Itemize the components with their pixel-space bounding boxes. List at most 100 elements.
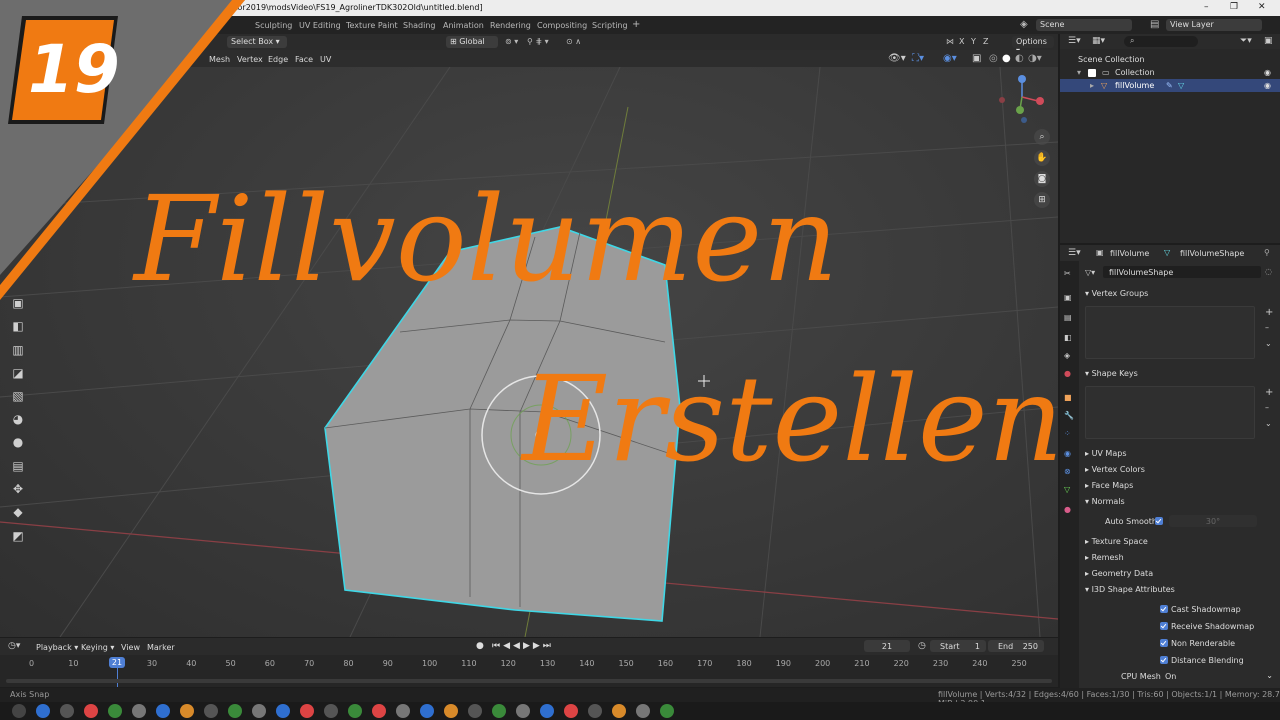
mirror-icon[interactable]: ⋈ — [946, 37, 954, 46]
tab-compositing[interactable]: Compositing — [537, 21, 587, 30]
distance-blending-checkbox[interactable] — [1160, 656, 1168, 664]
taskbar-app-icon[interactable] — [84, 704, 98, 718]
taskbar-app-icon[interactable] — [564, 704, 578, 718]
shear-tool-icon[interactable]: ◆ — [10, 504, 26, 520]
vertex-group-menu-icon[interactable]: ⌄ — [1265, 339, 1272, 348]
solid-shading-icon[interactable]: ● — [1002, 53, 1011, 64]
inset-tool-icon[interactable]: ▥ — [10, 342, 26, 358]
tool-tab-icon[interactable]: ✂ — [1064, 269, 1071, 278]
pivot-icon[interactable]: ⊚ ▾ — [505, 37, 518, 46]
record-icon[interactable]: ● — [476, 641, 484, 651]
taskbar-app-icon[interactable] — [108, 704, 122, 718]
taskbar-app-icon[interactable] — [420, 704, 434, 718]
timeline-editor-icon[interactable]: ◷▾ — [8, 641, 20, 651]
mirror-x-toggle[interactable]: X — [959, 37, 964, 46]
taskbar-app-icon[interactable] — [636, 704, 650, 718]
taskbar-app-icon[interactable] — [276, 704, 290, 718]
tab-scripting[interactable]: Scripting — [592, 21, 628, 30]
mirror-z-toggle[interactable]: Z — [983, 37, 988, 46]
receive-shadowmap-checkbox[interactable] — [1160, 622, 1168, 630]
object-tab-icon[interactable]: ■ — [1064, 393, 1072, 402]
snap-icon[interactable]: ⚲ ⋕ ▾ — [527, 37, 549, 46]
taskbar-app-icon[interactable] — [228, 704, 242, 718]
current-frame-field[interactable]: 21 — [864, 640, 910, 652]
knife-tool-icon[interactable]: ◕ — [10, 411, 26, 427]
add-shape-key-button[interactable]: + — [1265, 387, 1273, 398]
taskbar-app-icon[interactable] — [372, 704, 386, 718]
tab-rendering[interactable]: Rendering — [490, 21, 531, 30]
tab-shading[interactable]: Shading — [403, 21, 436, 30]
editor-type-icon[interactable]: ☰▾ — [1068, 36, 1081, 46]
overlays-icon[interactable]: ◉▾ — [943, 53, 957, 64]
taskbar-app-icon[interactable] — [540, 704, 554, 718]
tab-uv-editing[interactable]: UV Editing — [299, 21, 341, 30]
pan-hand-icon[interactable]: ✋ — [1034, 150, 1050, 166]
outliner-row-collection[interactable]: ▾ ▭ Collection ◉ — [1060, 66, 1280, 79]
visibility-eye-icon[interactable]: ◉ — [1264, 81, 1271, 90]
include-checkbox[interactable] — [1088, 69, 1096, 77]
extrude-tool-icon[interactable]: ◧ — [10, 318, 26, 334]
taskbar-app-icon[interactable] — [492, 704, 506, 718]
camera-icon[interactable]: ◙ — [1034, 171, 1050, 187]
panel-vertex-colors[interactable]: ▸ Vertex Colors — [1085, 465, 1145, 474]
menu-marker[interactable]: Marker — [147, 643, 175, 652]
menu-face[interactable]: Face — [295, 55, 313, 64]
tab-texture-paint[interactable]: Texture Paint — [346, 21, 398, 30]
taskbar-app-icon[interactable] — [132, 704, 146, 718]
display-mode-icon[interactable]: ▦▾ — [1092, 36, 1105, 46]
world-tab-icon[interactable]: ● — [1064, 369, 1071, 378]
end-frame-field[interactable]: End 250 — [988, 640, 1044, 652]
menu-edge[interactable]: Edge — [268, 55, 288, 64]
output-tab-icon[interactable]: ▤ — [1064, 313, 1072, 322]
taskbar-app-icon[interactable] — [348, 704, 362, 718]
maximize-button[interactable]: ❐ — [1230, 2, 1238, 12]
mesh-datablock-field[interactable]: fillVolumeShape — [1103, 266, 1261, 278]
taskbar-app-icon[interactable] — [252, 704, 266, 718]
playback-controls[interactable]: ⏮◀◀▶▶⏭ — [492, 641, 554, 651]
scene-selector[interactable]: Scene — [1036, 19, 1132, 31]
cpu-mesh-dropdown[interactable]: On ⌄ — [1161, 670, 1277, 682]
menu-uv[interactable]: UV — [320, 55, 331, 64]
taskbar-app-icon[interactable] — [156, 704, 170, 718]
playhead-frame-label[interactable]: 21 — [109, 657, 125, 668]
visibility-icon[interactable]: 👁▾ — [888, 53, 906, 64]
expand-arrow-icon[interactable]: ▾ — [1077, 68, 1081, 77]
panel-vertex-groups[interactable]: ▾ Vertex Groups — [1085, 289, 1148, 298]
physics-tab-icon[interactable]: ◉ — [1064, 449, 1071, 458]
taskbar-app-icon[interactable] — [60, 704, 74, 718]
mirror-y-toggle[interactable]: Y — [971, 37, 976, 46]
loop-cut-tool-icon[interactable]: ▧ — [10, 388, 26, 404]
outliner-row-scene-collection[interactable]: Scene Collection — [1060, 53, 1280, 66]
modifier-tab-icon[interactable]: 🔧 — [1064, 411, 1074, 420]
view-layer-tab-icon[interactable]: ◧ — [1064, 333, 1072, 342]
proportional-edit-icon[interactable]: ⊙ ∧ — [566, 37, 581, 46]
taskbar-app-icon[interactable] — [588, 704, 602, 718]
poly-build-tool-icon[interactable]: ● — [10, 434, 26, 450]
timeline-scrollbar[interactable] — [6, 679, 1052, 683]
taskbar-app-icon[interactable] — [444, 704, 458, 718]
minimize-button[interactable]: – — [1204, 2, 1209, 12]
taskbar-app-icon[interactable] — [612, 704, 626, 718]
edit-mode-icon[interactable]: ✎ — [1166, 81, 1173, 90]
xray-icon[interactable]: ▣ — [972, 53, 981, 64]
shape-keys-list[interactable] — [1085, 386, 1255, 439]
vertex-groups-list[interactable] — [1085, 306, 1255, 359]
taskbar-app-icon[interactable] — [468, 704, 482, 718]
auto-smooth-checkbox[interactable] — [1155, 517, 1163, 525]
pin-icon[interactable]: ⚲ — [1264, 248, 1270, 257]
taskbar-app-icon[interactable] — [36, 704, 50, 718]
mesh-data-tab-icon[interactable]: ▽ — [1064, 485, 1070, 494]
scene-tab-icon[interactable]: ◈ — [1064, 351, 1070, 360]
menu-keying[interactable]: Keying ▾ — [81, 643, 114, 652]
zoom-icon[interactable]: ⌕ — [1034, 129, 1050, 145]
expand-arrow-icon[interactable]: ▸ — [1090, 81, 1094, 90]
taskbar-app-icon[interactable] — [204, 704, 218, 718]
material-tab-icon[interactable]: ● — [1064, 505, 1071, 514]
spin-tool-icon[interactable]: ▤ — [10, 458, 26, 474]
panel-texture-space[interactable]: ▸ Texture Space — [1085, 537, 1148, 546]
taskbar-app-icon[interactable] — [180, 704, 194, 718]
new-collection-icon[interactable]: ▣ — [1264, 36, 1273, 46]
outliner-row-fillvolume[interactable]: ▸ ▽ fillVolume ✎ ▽ ◉ — [1060, 79, 1280, 92]
smooth-tool-icon[interactable]: ✥ — [10, 481, 26, 497]
panel-remesh[interactable]: ▸ Remesh — [1085, 553, 1124, 562]
